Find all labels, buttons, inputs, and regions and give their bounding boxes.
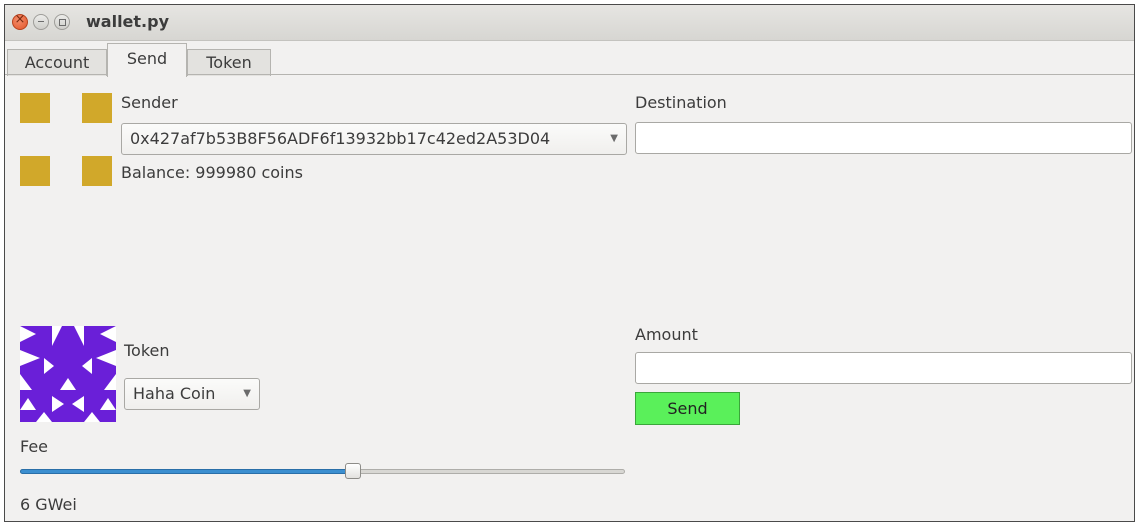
sender-identicon [20,93,113,186]
tab-bar: Account Send Token [5,41,1134,77]
token-label: Token [124,341,170,360]
token-select[interactable]: Haha Coin ▼ [124,378,260,410]
sender-label: Sender [121,93,178,112]
token-value: Haha Coin [133,384,216,403]
fee-slider-handle[interactable] [345,463,361,479]
sender-address-value: 0x427af7b53B8F56ADF6f13932bb17c42ed2A53D… [130,129,551,148]
tab-account[interactable]: Account [7,49,107,76]
fee-slider[interactable] [20,461,625,481]
amount-label: Amount [635,325,698,344]
amount-input[interactable] [635,352,1132,384]
app-window: wallet.py Account Send Token Sender 0x42… [4,4,1135,522]
close-icon[interactable] [12,12,28,30]
tab-token[interactable]: Token [187,49,271,76]
destination-input[interactable] [635,122,1132,154]
maximize-icon[interactable] [54,14,70,30]
balance-text: Balance: 999980 coins [121,163,303,182]
token-identicon [20,326,116,422]
fee-value: 6 GWei [20,495,77,514]
fee-slider-fill [20,469,353,474]
minimize-icon[interactable] [33,14,49,30]
sender-address-select[interactable]: 0x427af7b53B8F56ADF6f13932bb17c42ed2A53D… [121,123,627,155]
title-bar: wallet.py [5,5,1134,41]
send-button[interactable]: Send [635,392,740,425]
chevron-down-icon: ▼ [243,388,251,399]
fee-label: Fee [20,437,49,456]
destination-label: Destination [635,93,727,112]
window-title: wallet.py [86,12,170,31]
tab-send[interactable]: Send [107,43,187,77]
chevron-down-icon: ▼ [610,133,618,144]
